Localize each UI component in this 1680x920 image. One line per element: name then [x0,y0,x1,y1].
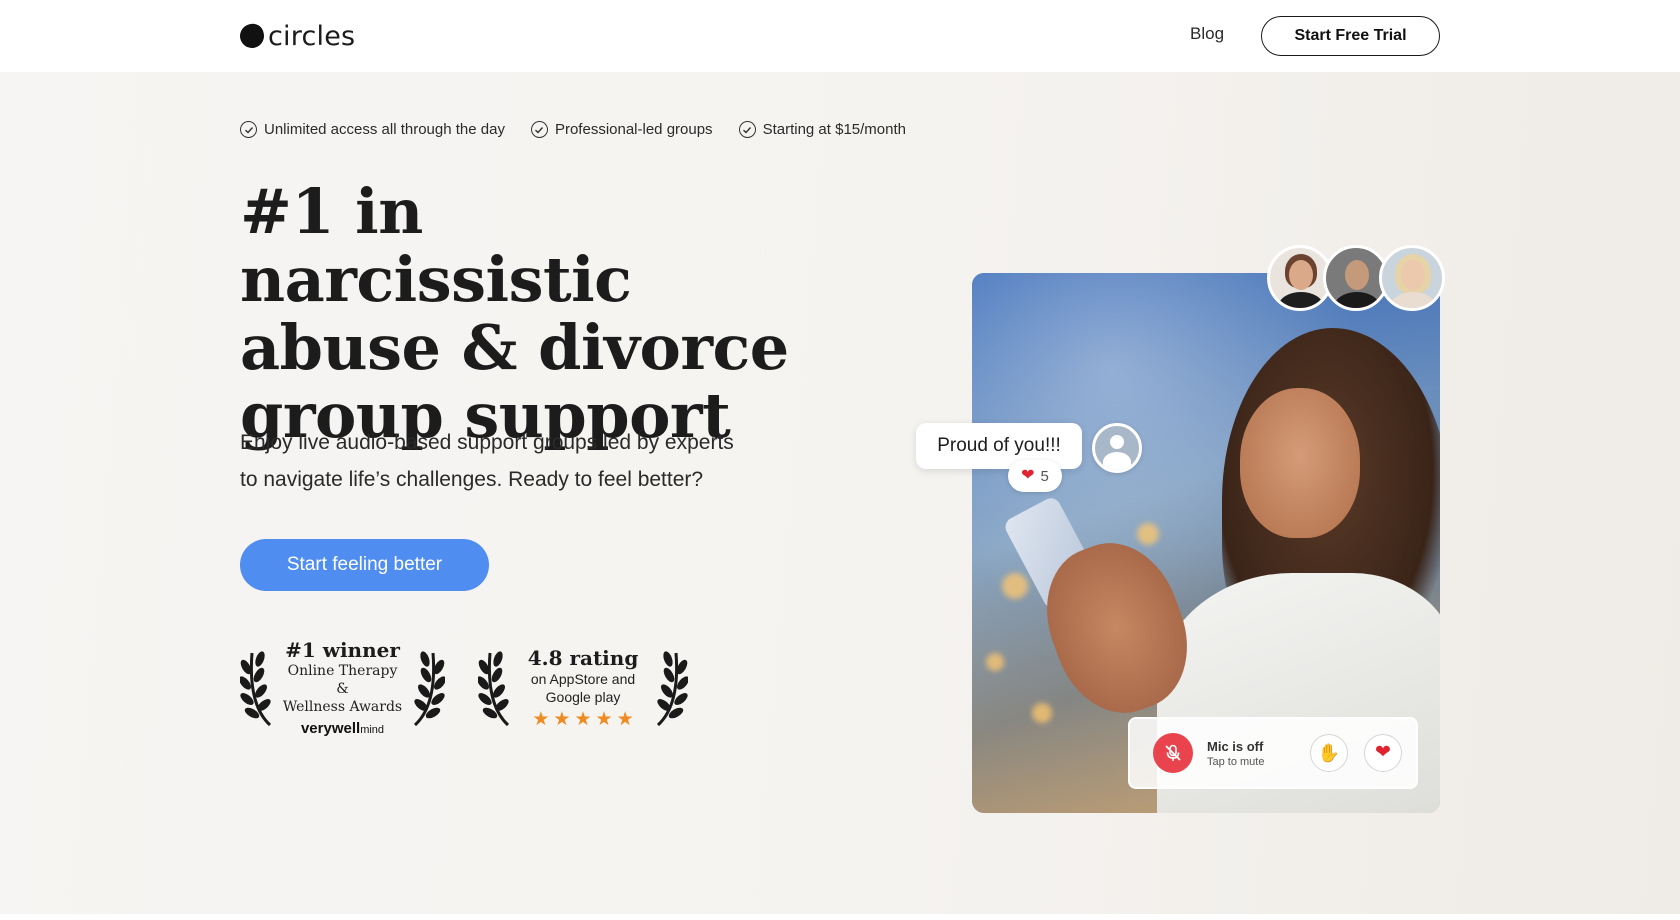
laurel-right-icon [413,651,445,727]
laurel-left-icon [240,651,272,727]
check-circle-icon [240,121,257,138]
feature-label: Professional-led groups [554,121,713,138]
award-line: Google play [545,688,621,705]
logo-text: circles [268,20,356,52]
bokeh-light [1137,523,1159,545]
headline-line: abuse & divorce [240,311,789,384]
bokeh-light [1032,703,1052,723]
avatar-group [1267,245,1445,311]
feature-item: Unlimited access all through the day [240,121,505,138]
page-title: #1 in narcissistic abuse & divorce group… [240,178,800,450]
feature-item: Starting at $15/month [738,121,906,138]
subtext-line: Enjoy live audio-based support groups le… [240,431,734,454]
star-icon: ★ [595,708,613,730]
headline-line: #1 in narcissistic [240,175,632,316]
check-circle-icon [738,121,756,138]
chat-bubble: Proud of you!!! [916,423,1082,469]
award-title: 4.8 rating [527,645,639,670]
feature-item: Professional-led groups [530,121,713,138]
award-winner-badge: #1 winner Online Therapy & Wellness Awar… [240,638,445,737]
start-free-trial-button[interactable]: Start Free Trial [1261,16,1440,56]
divider [0,914,1680,920]
star-icon: ★ [532,708,550,730]
hero-subtext: Enjoy live audio-based support groups le… [240,424,800,498]
subtext-line: to navigate life’s challenges. Ready to … [240,468,704,491]
person-face [1240,388,1360,538]
star-icon: ★ [553,708,571,730]
user-avatar-icon [1092,423,1142,473]
logo-mark-icon [237,21,267,51]
award-text: 4.8 rating on AppStore and Google play ★… [518,646,648,729]
award-line: Wellness Awards [282,698,403,715]
mic-control-bar: Mic is off Tap to mute ✋ ❤ [1128,717,1418,789]
laurel-right-icon [656,651,688,727]
nav-blog-link[interactable]: Blog [1190,24,1224,44]
star-rating: ★ ★ ★ ★ ★ [518,710,648,729]
star-icon: ★ [616,708,634,730]
feature-label: Starting at $15/month [762,121,906,138]
mic-status: Mic is off Tap to mute [1207,739,1307,768]
award-title: #1 winner [285,637,400,662]
reaction-badge: ❤ 5 [1008,460,1062,492]
verywell-mind-logo: verywellmind [280,720,405,737]
brand-name: verywell [300,719,361,737]
award-line: Online Therapy & [287,662,398,697]
mic-off-icon[interactable] [1153,733,1193,773]
feature-label: Unlimited access all through the day [264,121,505,138]
rating-badge: 4.8 rating on AppStore and Google play ★… [478,643,688,731]
star-icon: ★ [574,708,592,730]
award-line: on AppStore and [530,670,636,687]
reaction-count: 5 [1040,467,1049,485]
laurel-left-icon [478,651,510,727]
brand-sub: mind [360,723,385,736]
raise-hand-icon[interactable]: ✋ [1310,734,1348,772]
heart-icon: ❤ [1021,467,1035,484]
feature-list: Unlimited access all through the day Pro… [240,121,906,138]
site-header: circles Blog Start Free Trial [0,0,1680,72]
mic-subtitle: Tap to mute [1207,755,1265,768]
bokeh-light [1002,573,1028,599]
logo[interactable]: circles [237,18,356,54]
start-feeling-better-button[interactable]: Start feeling better [240,539,489,591]
heart-reaction-icon[interactable]: ❤ [1364,734,1402,772]
award-text: #1 winner Online Therapy & Wellness Awar… [280,638,405,737]
check-circle-icon [530,121,548,138]
bokeh-light [986,653,1004,671]
avatar [1379,245,1445,311]
mic-title: Mic is off [1207,738,1264,754]
